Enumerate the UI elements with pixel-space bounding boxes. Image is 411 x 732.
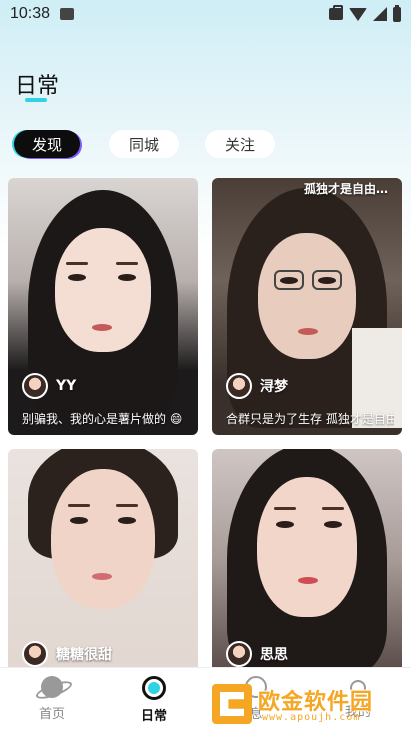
watermark-logo-icon: [212, 684, 252, 724]
avatar[interactable]: [226, 641, 252, 667]
post-author[interactable]: 思思: [226, 641, 288, 667]
username: YY: [56, 378, 77, 394]
post-card[interactable]: 糖糖很甜: [8, 449, 198, 667]
notification-app-icon: [60, 8, 75, 20]
status-time: 10:38: [10, 5, 51, 22]
nav-daily[interactable]: 日常: [124, 676, 184, 724]
daily-icon: [142, 676, 166, 700]
planet-icon: [41, 676, 63, 698]
post-caption: 别骗我、我的心是薯片做的 😄: [22, 412, 183, 426]
avatar[interactable]: [22, 373, 48, 399]
wifi-icon: [349, 7, 367, 21]
nav-home[interactable]: 首页: [22, 676, 82, 722]
status-icons: [329, 4, 401, 22]
post-author[interactable]: 浔梦: [226, 373, 288, 399]
avatar[interactable]: [22, 641, 48, 667]
post-caption: 合群只是为了生存 孤独才是自由…: [226, 412, 394, 426]
watermark: 欧金软件园 www.apoujh.com: [212, 684, 404, 726]
post-card[interactable]: 孤独才是自由… 浔梦 合群只是为了生存 孤独才是自由…: [212, 178, 402, 435]
title-underline: [25, 98, 47, 102]
post-card[interactable]: YY 别骗我、我的心是薯片做的 😄: [8, 178, 198, 435]
work-profile-icon: [329, 5, 343, 20]
tab-discover[interactable]: 发现: [14, 130, 80, 158]
post-image: [212, 449, 402, 667]
image-overlay-text: 孤独才是自由…: [303, 182, 388, 196]
battery-icon: [393, 4, 401, 22]
post-card[interactable]: 思思: [212, 449, 402, 667]
nav-home-label: 首页: [38, 707, 65, 722]
post-author[interactable]: YY: [22, 373, 76, 399]
username: 糖糖很甜: [56, 647, 112, 663]
tab-following[interactable]: 关注: [205, 130, 275, 158]
tab-nearby[interactable]: 同城: [109, 130, 179, 158]
watermark-url: www.apoujh.com: [262, 712, 361, 723]
avatar[interactable]: [226, 373, 252, 399]
status-bar: 10:38: [0, 0, 411, 28]
post-author[interactable]: 糖糖很甜: [22, 641, 112, 667]
nav-daily-label: 日常: [140, 709, 167, 724]
post-image: [8, 449, 198, 667]
signal-icon: [373, 7, 387, 21]
username: 思思: [260, 647, 288, 663]
username: 浔梦: [260, 379, 288, 395]
page-title: 日常: [15, 74, 60, 99]
